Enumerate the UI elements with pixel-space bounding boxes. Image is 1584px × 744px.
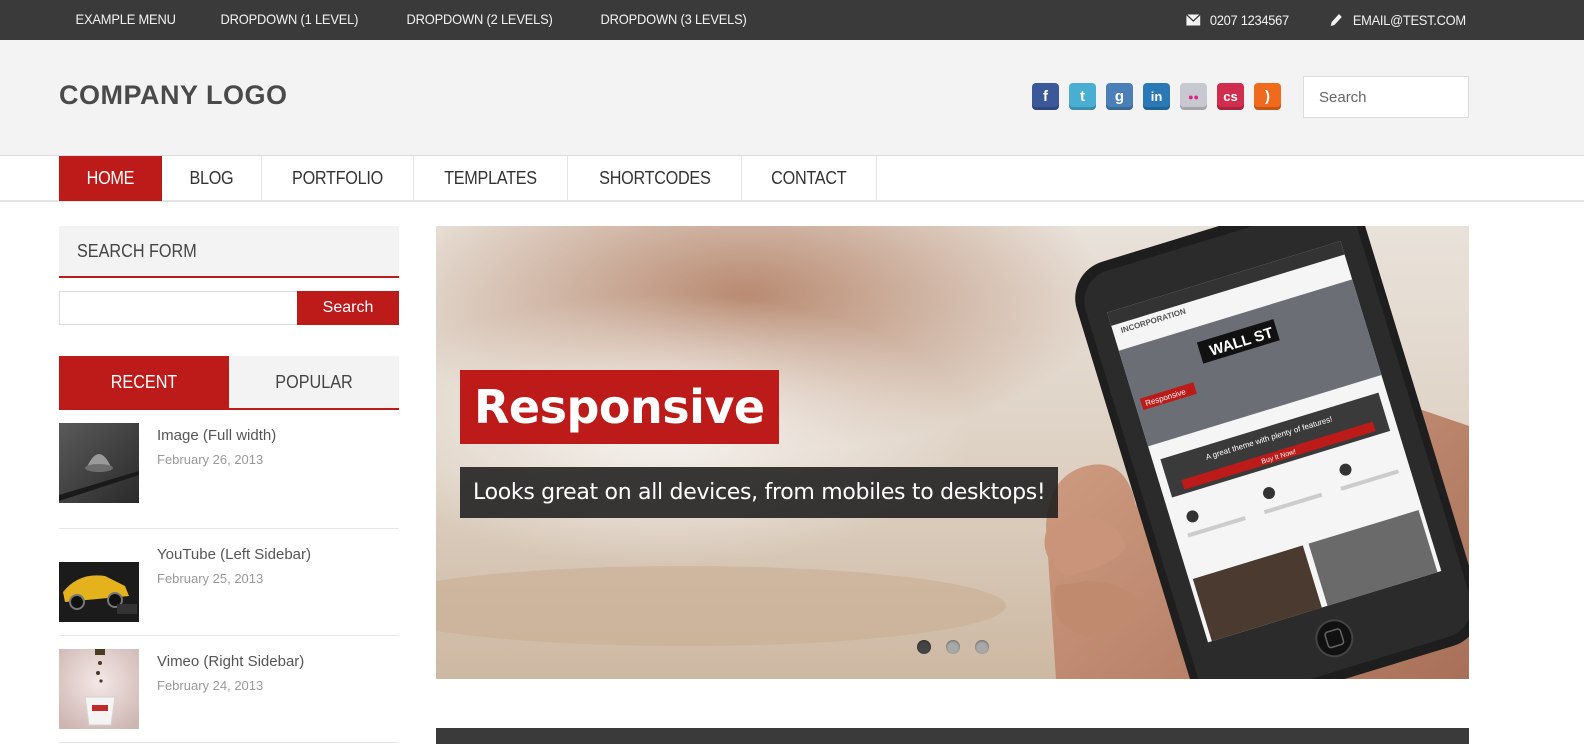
top-menu-dropdown-1[interactable]: DROPDOWN (1 LEVEL) <box>204 0 375 40</box>
post-title-link[interactable]: Image (Full width) <box>157 427 276 444</box>
tab-popular[interactable]: POPULAR <box>229 356 399 408</box>
nav-label: PORTFOLIO <box>291 168 383 188</box>
post-text: Vimeo (Right Sidebar) February 24, 2013 <box>157 649 304 742</box>
social-icons: f t g in ●● cs ) <box>1032 83 1291 110</box>
search-form-title: SEARCH FORM <box>59 226 399 278</box>
list-item: YouTube (Left Sidebar) February 25, 2013 <box>59 529 399 636</box>
content-bar <box>436 728 1469 744</box>
linkedin-icon[interactable]: in <box>1143 83 1170 110</box>
facebook-icon[interactable]: f <box>1032 83 1059 110</box>
google-icon[interactable]: g <box>1106 83 1133 110</box>
nav-label: BLOG <box>189 168 234 188</box>
slider-dot-3[interactable] <box>975 640 989 654</box>
nav-item-portfolio[interactable]: PORTFOLIO <box>262 156 414 201</box>
email-address: EMAIL@TEST.COM <box>1353 12 1466 28</box>
slider-pagination <box>917 640 1004 654</box>
nav-label: TEMPLATES <box>443 168 537 188</box>
top-menu: EXAMPLE MENU DROPDOWN (1 LEVEL) DROPDOWN… <box>59 0 779 40</box>
top-menu-dropdown-2[interactable]: DROPDOWN (2 LEVELS) <box>390 0 569 40</box>
top-menu-dropdown-3[interactable]: DROPDOWN (3 LEVELS) <box>584 0 763 40</box>
recent-post-list: Image (Full width) February 26, 2013 You… <box>59 422 399 743</box>
post-thumbnail[interactable] <box>59 423 139 503</box>
slide-image: WALL ST Responsive A great theme with pl… <box>436 226 1469 679</box>
post-date: February 25, 2013 <box>157 571 264 586</box>
sidebar: SEARCH FORM Search RECENT POPULAR Image … <box>59 226 399 743</box>
nav-label: CONTACT <box>771 168 847 188</box>
post-title-link[interactable]: YouTube (Left Sidebar) <box>157 546 311 563</box>
top-bar: EXAMPLE MENU DROPDOWN (1 LEVEL) DROPDOWN… <box>0 0 1584 40</box>
nav-item-home[interactable]: HOME <box>59 156 162 201</box>
nav-item-shortcodes[interactable]: SHORTCODES <box>568 156 743 201</box>
list-item: Vimeo (Right Sidebar) February 24, 2013 <box>59 636 399 743</box>
nav-label: HOME <box>86 168 135 188</box>
nav-list: HOME BLOG PORTFOLIO TEMPLATES SHORTCODES… <box>59 156 877 201</box>
tab-recent[interactable]: RECENT <box>59 356 229 408</box>
company-logo[interactable]: COMPANY LOGO <box>59 80 288 111</box>
envelope-icon <box>1186 14 1201 26</box>
nav-label: SHORTCODES <box>598 168 711 188</box>
header-search-input[interactable] <box>1303 76 1469 118</box>
slider-dot-2[interactable] <box>946 640 960 654</box>
nav-item-blog[interactable]: BLOG <box>162 156 262 201</box>
top-contact: 0207 1234567 EMAIL@TEST.COM <box>1149 0 1466 40</box>
phone-number: 0207 1234567 <box>1210 12 1290 28</box>
tab-label: POPULAR <box>275 372 353 392</box>
hero-slider[interactable]: WALL ST Responsive A great theme with pl… <box>436 226 1469 679</box>
nav-item-contact[interactable]: CONTACT <box>742 156 877 201</box>
top-menu-example[interactable]: EXAMPLE MENU <box>59 0 192 40</box>
phone-link[interactable]: 0207 1234567 <box>1186 12 1289 28</box>
nav-item-templates[interactable]: TEMPLATES <box>414 156 568 201</box>
post-date: February 26, 2013 <box>157 452 264 467</box>
sidebar-search-form: Search <box>59 291 399 325</box>
post-thumbnail[interactable] <box>59 542 139 622</box>
post-tabs: RECENT POPULAR <box>59 356 399 410</box>
post-date: February 24, 2013 <box>157 678 264 693</box>
site-header: COMPANY LOGO f t g in ●● cs ) <box>0 40 1584 156</box>
post-text: YouTube (Left Sidebar) February 25, 2013 <box>157 542 311 635</box>
slide-caption: Looks great on all devices, from mobiles… <box>460 467 1059 518</box>
twitter-icon[interactable]: t <box>1069 83 1096 110</box>
search-form-title-text: SEARCH FORM <box>77 241 197 261</box>
lastfm-icon[interactable]: cs <box>1217 83 1244 110</box>
post-text: Image (Full width) February 26, 2013 <box>157 423 276 528</box>
main-nav: HOME BLOG PORTFOLIO TEMPLATES SHORTCODES… <box>0 156 1584 202</box>
post-title-link[interactable]: Vimeo (Right Sidebar) <box>157 653 304 670</box>
slide-title: Responsive <box>460 370 779 444</box>
post-thumbnail[interactable] <box>59 649 139 729</box>
sidebar-search-input[interactable] <box>59 291 297 325</box>
slider-dot-1[interactable] <box>917 640 931 654</box>
sidebar-search-button[interactable]: Search <box>297 291 399 325</box>
tab-label: RECENT <box>110 372 178 392</box>
list-item: Image (Full width) February 26, 2013 <box>59 422 399 529</box>
pencil-icon <box>1330 14 1342 26</box>
flickr-icon[interactable]: ●● <box>1180 83 1207 110</box>
rss-icon[interactable]: ) <box>1254 83 1281 110</box>
email-link[interactable]: EMAIL@TEST.COM <box>1329 12 1466 28</box>
